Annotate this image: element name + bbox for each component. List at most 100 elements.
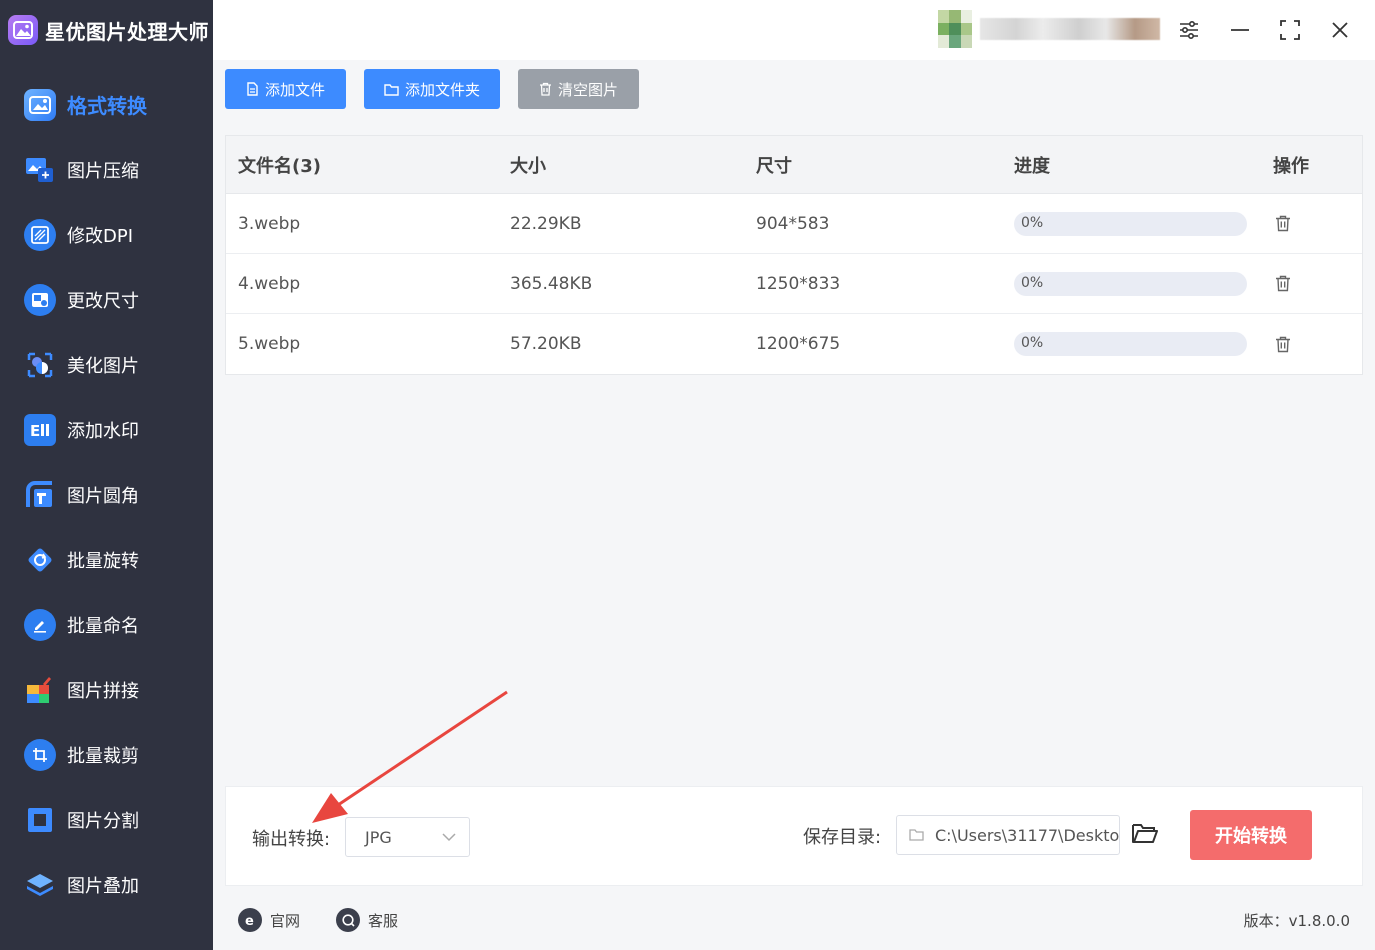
column-header-progress: 进度 xyxy=(1014,155,1050,177)
progress-text: 0% xyxy=(1021,214,1044,231)
column-header-dimensions: 尺寸 xyxy=(756,155,792,177)
settings-button[interactable] xyxy=(1174,15,1204,45)
table-row[interactable]: 4.webp 365.48KB 1250*833 0% xyxy=(226,254,1362,314)
delete-row-button[interactable] xyxy=(1273,214,1293,234)
table-row[interactable]: 5.webp 57.20KB 1200*675 0% xyxy=(226,314,1362,374)
app-title: 星优图片处理大师 xyxy=(8,13,209,47)
clear-images-label: 清空图片 xyxy=(557,80,618,99)
sidebar-item-compress[interactable]: 图片压缩 xyxy=(0,137,213,202)
save-path-input[interactable]: C:\Users\31177\Desktop xyxy=(896,815,1120,855)
trash-icon xyxy=(1276,215,1290,232)
sidebar-item-puzzle[interactable]: 图片拼接 xyxy=(0,657,213,722)
resize-icon xyxy=(24,283,56,316)
sidebar-item-label: 图片叠加 xyxy=(67,875,139,897)
browser-icon: e xyxy=(238,908,262,932)
support-label: 客服 xyxy=(368,911,399,930)
sidebar-item-label: 修改DPI xyxy=(67,225,134,247)
table-header: 文件名(3) 大小 尺寸 进度 操作 xyxy=(226,136,1362,194)
user-account[interactable] xyxy=(938,10,1160,48)
file-icon xyxy=(247,82,258,96)
sidebar-item-label: 批量命名 xyxy=(67,615,139,637)
maximize-button[interactable] xyxy=(1275,15,1305,45)
sidebar-item-label: 图片压缩 xyxy=(67,160,139,182)
progress-bar: 0% xyxy=(1014,211,1247,236)
sidebar-item-label: 批量裁剪 xyxy=(67,745,139,767)
support-link[interactable]: 客服 xyxy=(336,908,398,932)
website-label: 官网 xyxy=(270,911,301,930)
sidebar-item-split[interactable]: 图片分割 xyxy=(0,787,213,852)
user-name-blurred xyxy=(980,18,1160,40)
progress-bar: 0% xyxy=(1014,332,1247,356)
file-size: 22.29KB xyxy=(510,213,582,234)
file-name: 3.webp xyxy=(238,213,301,234)
sidebar-item-beautify[interactable]: 美化图片 xyxy=(0,332,213,397)
svg-text:E: E xyxy=(30,422,40,439)
progress-bar: 0% xyxy=(1014,271,1247,296)
sidebar-item-format-convert[interactable]: 格式转换 xyxy=(0,72,213,137)
version-text: 版本：v1.8.0.0 xyxy=(1243,912,1350,930)
table-row[interactable]: 3.webp 22.29KB 904*583 0% xyxy=(226,194,1362,254)
dpi-icon xyxy=(24,218,56,251)
trash-icon xyxy=(539,82,551,96)
sidebar-item-label: 图片拼接 xyxy=(67,680,139,702)
file-dimensions: 1250*833 xyxy=(756,273,841,294)
watermark-icon: E xyxy=(24,413,56,446)
output-format-select[interactable]: JPG xyxy=(345,817,470,857)
output-settings-panel: 输出转换: JPG 保存目录: C:\Users\31177\Desktop 开… xyxy=(225,786,1363,886)
footer: e 官网 客服 版本：v1.8.0.0 xyxy=(213,890,1375,950)
progress-text: 0% xyxy=(1021,335,1044,351)
sidebar-item-round-corner[interactable]: 图片圆角 xyxy=(0,462,213,527)
puzzle-icon xyxy=(24,674,56,706)
chevron-down-icon xyxy=(442,833,456,842)
start-convert-button[interactable]: 开始转换 xyxy=(1190,810,1312,860)
file-size: 365.48KB xyxy=(510,273,593,294)
browse-folder-button[interactable] xyxy=(1131,821,1159,847)
app-logo-icon xyxy=(8,15,38,45)
file-name: 5.webp xyxy=(238,334,301,354)
sidebar-item-label: 美化图片 xyxy=(67,355,139,377)
format-convert-icon xyxy=(24,88,56,121)
open-folder-icon xyxy=(1132,824,1158,843)
sidebar: 星优图片处理大师 格式转换 图片压缩 修改DPI 更改尺寸 美化图片 E 添加水… xyxy=(0,0,213,950)
column-header-name: 文件名(3) xyxy=(238,155,321,177)
add-folder-button[interactable]: 添加文件夹 xyxy=(364,69,500,109)
website-link[interactable]: e 官网 xyxy=(238,908,300,932)
minimize-button[interactable] xyxy=(1225,15,1255,45)
file-table: 文件名(3) 大小 尺寸 进度 操作 3.webp 22.29KB 904*58… xyxy=(225,135,1363,375)
file-name: 4.webp xyxy=(238,273,301,294)
file-dimensions: 904*583 xyxy=(756,213,830,234)
sidebar-item-crop[interactable]: 批量裁剪 xyxy=(0,722,213,787)
sidebar-item-layers[interactable]: 图片叠加 xyxy=(0,852,213,917)
minimize-icon xyxy=(1231,29,1249,31)
crop-icon xyxy=(24,738,56,771)
add-file-button[interactable]: 添加文件 xyxy=(225,69,346,109)
sidebar-item-dpi[interactable]: 修改DPI xyxy=(0,202,213,267)
compress-icon xyxy=(24,154,56,186)
close-button[interactable] xyxy=(1325,15,1355,45)
maximize-icon xyxy=(1280,20,1300,40)
output-format-label: 输出转换: xyxy=(252,829,331,850)
rotate-icon xyxy=(24,544,56,576)
delete-row-button[interactable] xyxy=(1273,274,1293,294)
app-name: 星优图片处理大师 xyxy=(45,19,209,44)
sidebar-item-label: 图片分割 xyxy=(67,810,139,832)
add-file-label: 添加文件 xyxy=(264,80,325,99)
file-dimensions: 1200*675 xyxy=(756,334,841,354)
sidebar-item-watermark[interactable]: E 添加水印 xyxy=(0,397,213,462)
delete-row-button[interactable] xyxy=(1273,334,1293,354)
sidebar-item-rename[interactable]: 批量命名 xyxy=(0,592,213,657)
round-corner-icon xyxy=(24,479,56,511)
sidebar-item-rotate[interactable]: 批量旋转 xyxy=(0,527,213,592)
title-bar xyxy=(213,0,1375,60)
folder-icon xyxy=(909,829,924,841)
file-size: 57.20KB xyxy=(510,334,582,354)
column-header-action: 操作 xyxy=(1273,155,1309,177)
sidebar-item-resize[interactable]: 更改尺寸 xyxy=(0,267,213,332)
rename-icon xyxy=(24,608,56,641)
clear-images-button[interactable]: 清空图片 xyxy=(518,69,639,109)
column-header-size: 大小 xyxy=(510,155,546,177)
folder-icon xyxy=(384,83,399,96)
chat-icon xyxy=(336,908,360,932)
close-icon xyxy=(1332,22,1348,38)
avatar[interactable] xyxy=(938,10,972,48)
